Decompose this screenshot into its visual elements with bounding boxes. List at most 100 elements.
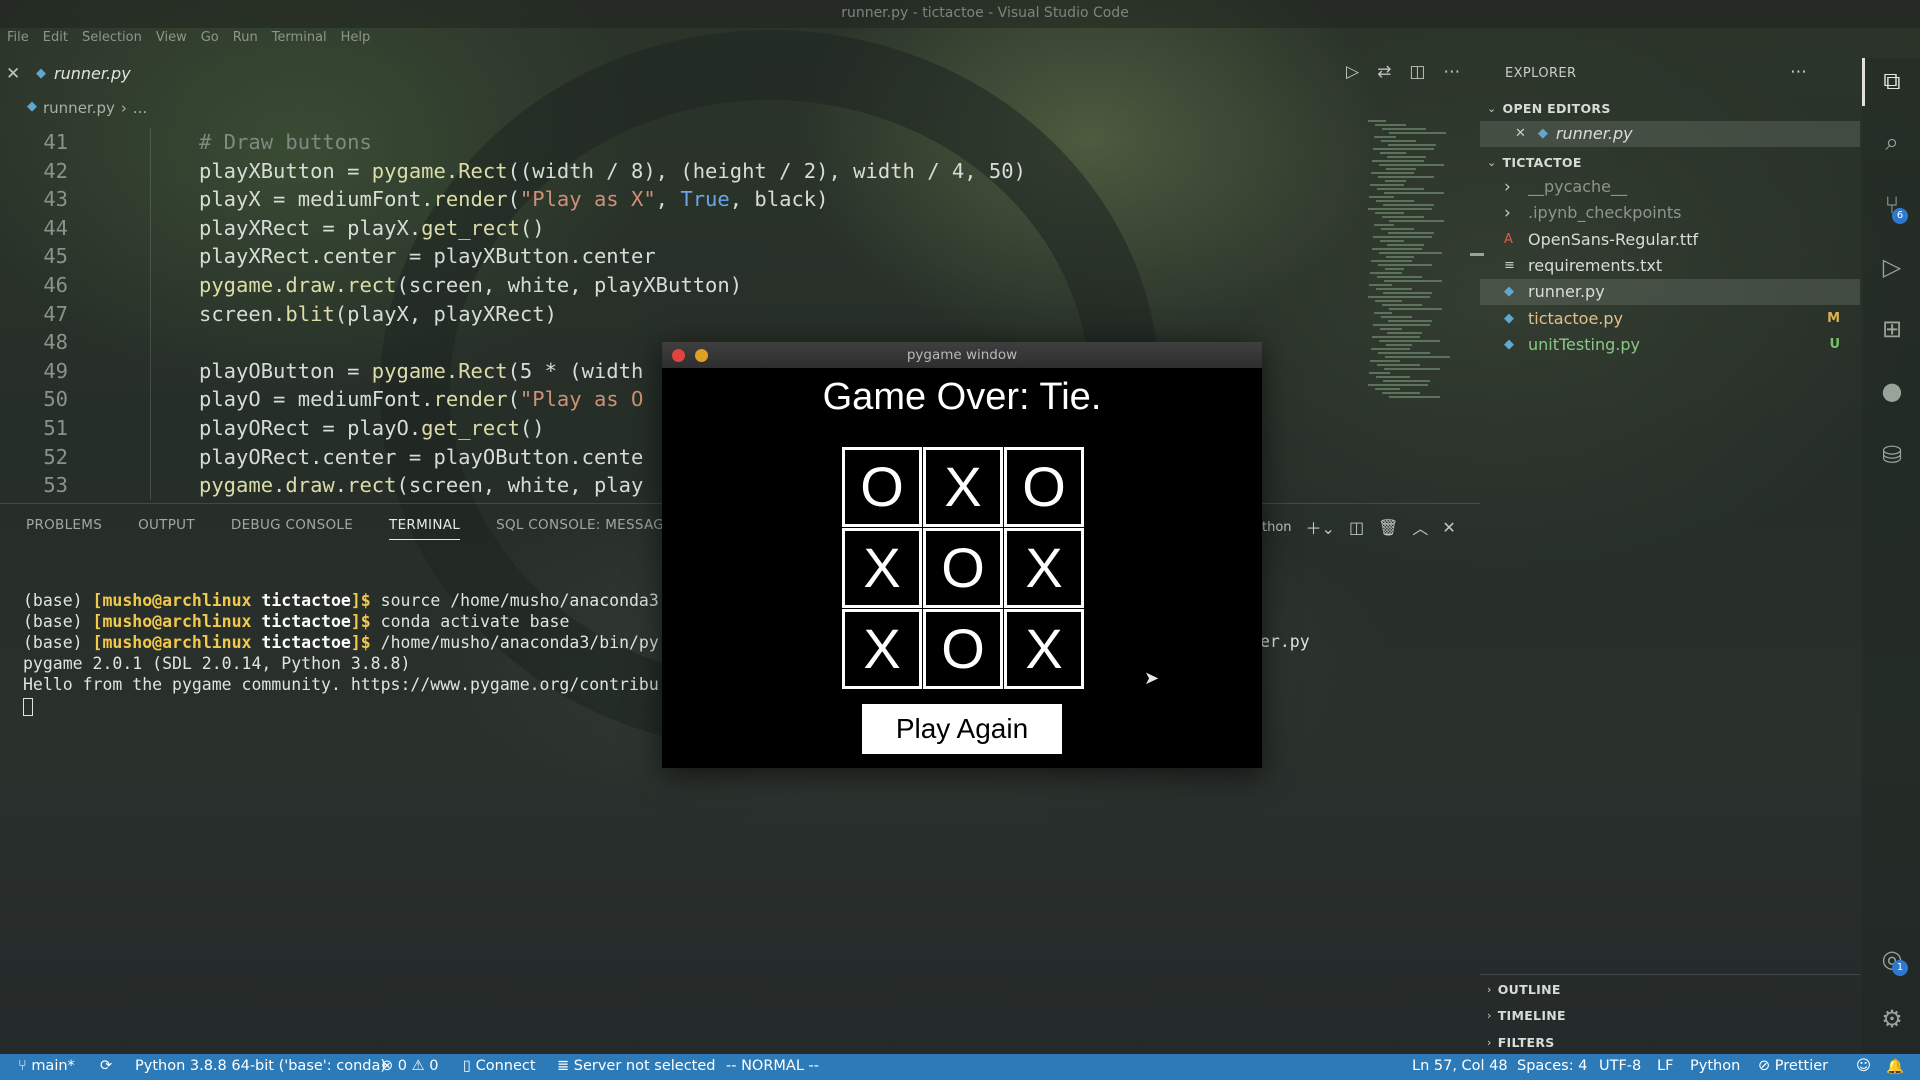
split-terminal-icon[interactable]: ◫	[1349, 518, 1364, 537]
filters-header[interactable]: › FILTERS	[1487, 1035, 1555, 1050]
tictactoe-board: OXOXOXXOX	[842, 447, 1084, 689]
python-file-icon: ◆	[27, 99, 37, 114]
indent-guide	[68, 156, 151, 186]
code-token: ()	[519, 415, 545, 440]
file-tree-item[interactable]: ≡ requirements.txt	[1480, 253, 1860, 279]
terminal-shell-label[interactable]: thon	[1262, 520, 1292, 535]
terminal-output[interactable]: (base) [musho@archlinux tictactoe]$ sour…	[23, 590, 659, 716]
file-tree-item[interactable]: › __pycache__	[1480, 174, 1860, 200]
board-cell[interactable]: O	[923, 609, 1003, 689]
add-terminal-icon[interactable]: ＋⌄	[1306, 515, 1335, 539]
minimap-line	[1378, 264, 1432, 266]
board-cell[interactable]: X	[923, 447, 1003, 527]
cursor-position[interactable]: Ln 57, Col 48	[1412, 1058, 1508, 1074]
panel-tab-sql-console-messages[interactable]: SQL CONSOLE: MESSAGES	[496, 517, 682, 540]
menu-view[interactable]: View	[156, 30, 187, 50]
menu-edit[interactable]: Edit	[43, 30, 68, 50]
board-cell[interactable]: O	[842, 447, 922, 527]
file-tree-item[interactable]: ◆ tictactoe.py M	[1480, 306, 1860, 332]
extensions-icon[interactable]: ⊞	[1877, 314, 1907, 344]
board-cell[interactable]: X	[1004, 528, 1084, 608]
more-icon[interactable]: ⋯	[1443, 62, 1460, 82]
close-icon[interactable]: ✕	[1515, 121, 1526, 147]
tab-runner-py[interactable]: ◆ runner.py	[36, 64, 131, 83]
folder-header-tictactoe[interactable]: ⌄ TICTACTOE	[1487, 155, 1582, 170]
indentation[interactable]: Spaces: 4	[1517, 1058, 1587, 1074]
play-again-button[interactable]: Play Again	[862, 704, 1062, 754]
branch-status[interactable]: ⑂ main*	[18, 1058, 75, 1074]
split-editor-icon[interactable]: ◫	[1409, 62, 1425, 82]
board-cell[interactable]: X	[842, 609, 922, 689]
minimap-line	[1376, 376, 1410, 378]
language-mode[interactable]: Python	[1690, 1058, 1740, 1074]
menu-go[interactable]: Go	[201, 30, 219, 50]
panel-tab-output[interactable]: OUTPUT	[138, 517, 195, 540]
panel-tab-debug-console[interactable]: DEBUG CONSOLE	[231, 517, 353, 540]
file-tree-item[interactable]: ◆ runner.py	[1480, 279, 1860, 306]
minimap-line	[1382, 128, 1426, 130]
line-ending[interactable]: LF	[1657, 1058, 1673, 1074]
minimap-line	[1372, 336, 1420, 338]
menu-selection[interactable]: Selection	[82, 30, 142, 50]
chevron-up-icon[interactable]: ︿	[1412, 515, 1428, 539]
files-icon[interactable]: ⧉	[1877, 66, 1907, 96]
terminal-suffix: ]$	[350, 633, 381, 652]
connect-status[interactable]: ▯ Connect	[463, 1058, 536, 1074]
menu-file[interactable]: File	[7, 30, 29, 50]
terminal-prompt[interactable]	[23, 695, 659, 716]
minimap-line	[1369, 284, 1392, 286]
minimap-line	[1369, 196, 1394, 198]
breadcrumb-rest[interactable]: ...	[133, 99, 147, 117]
open-editor-runner-py[interactable]: ✕ ◆ runner.py	[1480, 121, 1860, 147]
menu-run[interactable]: Run	[233, 30, 258, 50]
code-line[interactable]: 47 screen. blit (playX, playXRect)	[0, 299, 1370, 329]
compare-icon[interactable]: ⇄	[1377, 62, 1391, 82]
code-token: (screen, white, play	[396, 473, 644, 498]
more-icon[interactable]: ⋯	[1790, 62, 1807, 82]
notifications-icon[interactable]: 🔔	[1886, 1058, 1904, 1075]
database-icon[interactable]: ⛁	[1877, 440, 1907, 470]
minimap[interactable]	[1362, 120, 1452, 420]
code-line[interactable]: 46 pygame.draw.rect (screen, white, playXB…	[0, 270, 1370, 300]
minimap-line	[1372, 248, 1422, 250]
board-cell[interactable]: O	[1004, 447, 1084, 527]
board-cell[interactable]: X	[1004, 609, 1084, 689]
board-cell[interactable]: O	[923, 528, 1003, 608]
open-editors-header[interactable]: ⌄ OPEN EDITORS	[1487, 101, 1611, 116]
code-line[interactable]: 44 playXRect = playX. get_rect()	[0, 213, 1370, 243]
minimap-line	[1386, 256, 1414, 258]
feedback-icon[interactable]: ☺	[1856, 1058, 1871, 1074]
menu-terminal[interactable]: Terminal	[272, 30, 327, 50]
trash-icon[interactable]: 🗑	[1378, 518, 1398, 537]
run-icon[interactable]: ▷	[1346, 62, 1359, 82]
outline-header[interactable]: › OUTLINE	[1487, 982, 1561, 997]
menu-help[interactable]: Help	[341, 30, 371, 50]
sync-icon[interactable]: ⟳	[100, 1058, 112, 1074]
encoding[interactable]: UTF-8	[1599, 1058, 1641, 1074]
code-line[interactable]: 45 playXRect.center = playXButton.center	[0, 242, 1370, 271]
file-tree-item[interactable]: ◆ unitTesting.py U	[1480, 332, 1860, 358]
sql-server-status[interactable]: ≣ Server not selected	[557, 1058, 716, 1074]
code-line[interactable]: 41 # Draw buttons	[0, 128, 1370, 157]
file-tree-item[interactable]: › .ipynb_checkpoints	[1480, 200, 1860, 226]
board-cell[interactable]: X	[842, 528, 922, 608]
code-line[interactable]: 42 playXButton = pygame.Rect((width / 8),…	[0, 156, 1370, 186]
breadcrumb-file[interactable]: runner.py	[43, 99, 115, 117]
pygame-window[interactable]: pygame window Game Over: Tie. OXOXOXXOX …	[662, 342, 1262, 768]
close-panel-icon[interactable]: ✕	[1442, 518, 1455, 537]
timeline-header[interactable]: › TIMELINE	[1487, 1008, 1566, 1023]
python-interpreter[interactable]: Python 3.8.8 64-bit ('base': conda)	[135, 1058, 386, 1074]
minimap-line	[1384, 368, 1440, 370]
prettier-status[interactable]: ⊘ Prettier	[1758, 1058, 1828, 1074]
search-icon[interactable]: ⌕	[1877, 127, 1907, 157]
problems-status[interactable]: ⊗ 0 ⚠ 0	[381, 1058, 438, 1074]
code-line[interactable]: 43 playX = mediumFont. render("Play as X",…	[0, 185, 1370, 214]
settings-gear-icon[interactable]: ⚙	[1877, 1004, 1907, 1034]
run-debug-icon[interactable]: ▷	[1877, 252, 1907, 282]
close-icon[interactable]: ✕	[6, 64, 20, 84]
file-tree-item[interactable]: A OpenSans-Regular.ttf	[1480, 227, 1860, 253]
panel-tab-problems[interactable]: PROBLEMS	[26, 517, 102, 540]
github-icon[interactable]: ●	[1877, 376, 1907, 406]
minimap-line	[1376, 200, 1414, 202]
panel-tab-terminal[interactable]: TERMINAL	[389, 517, 461, 540]
